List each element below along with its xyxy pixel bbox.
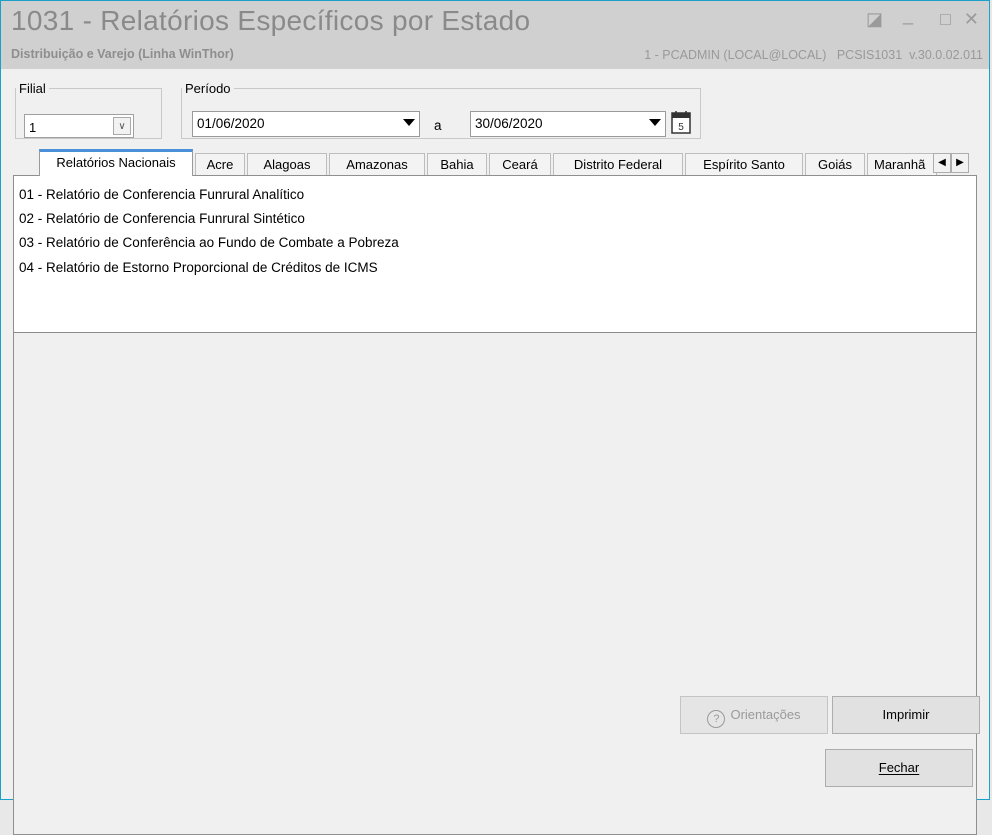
fechar-button[interactable]: Fechar [825,749,973,787]
window-title: 1031 - Relatórios Específicos por Estado [11,5,531,36]
filial-group: Filial 1 ∨ [15,81,162,139]
tab-scroll-left-icon[interactable]: ◀ [933,153,951,173]
tab-panel: 01 - Relatório de Conferencia Funrural A… [13,175,980,835]
window-subtitle: Distribuição e Varejo (Linha WinThor) [11,47,234,61]
list-item[interactable]: 01 - Relatório de Conferencia Funrural A… [19,187,304,202]
tab-maranhao[interactable]: Maranhã [867,153,937,175]
session-info: 1 - PCADMIN (LOCAL@LOCAL) PCSIS1031 v.30… [644,48,983,62]
tab-espirito-santo[interactable]: Espírito Santo [685,153,803,175]
list-item[interactable]: 03 - Relatório de Conferência ao Fundo d… [19,235,399,250]
svg-text:5: 5 [678,122,684,133]
tab-bahia[interactable]: Bahia [427,153,487,175]
state-tabs: Relatórios Nacionais Acre Alagoas Amazon… [29,149,975,176]
dropdown-arrow-icon[interactable] [403,119,415,126]
orientacoes-label: Orientações [730,707,801,722]
content-area: Filial 1 ∨ Período 01/06/2020 a 30/06/20… [7,69,983,835]
list-item[interactable]: 04 - Relatório de Estorno Proporcional d… [19,260,378,275]
dropdown-arrow-icon[interactable] [649,119,661,126]
fechar-label: Fechar [878,760,920,775]
date-from-input[interactable]: 01/06/2020 [192,111,420,137]
tab-distrito-federal[interactable]: Distrito Federal [553,153,683,175]
orientacoes-button[interactable]: ? Orientações [680,696,828,734]
minimize-button[interactable]: _ [903,5,913,26]
date-to-input[interactable]: 30/06/2020 [470,111,666,137]
tab-alagoas[interactable]: Alagoas [247,153,327,175]
periodo-label: Período [185,81,231,96]
list-item[interactable]: 02 - Relatório de Conferencia Funrural S… [19,211,305,226]
calendar-icon[interactable]: 5 [670,111,692,135]
tab-scroll-right-icon[interactable]: ▶ [951,153,969,173]
tab-ceara[interactable]: Ceará [489,153,551,175]
date-separator: a [434,118,442,133]
date-to-value: 30/06/2020 [475,116,543,131]
tab-amazonas[interactable]: Amazonas [329,153,425,175]
maximize-button[interactable]: □ [940,9,951,30]
close-button[interactable]: ✕ [964,9,979,30]
periodo-group: Período 01/06/2020 a 30/06/2020 5 [181,81,701,139]
help-icon: ? [707,710,726,728]
chevron-down-icon[interactable]: ∨ [113,117,131,135]
tab-goias[interactable]: Goiás [805,153,865,175]
date-from-value: 01/06/2020 [197,116,265,131]
restore-icon[interactable]: ◪ [866,9,883,30]
imprimir-button[interactable]: Imprimir [832,696,980,734]
tab-acre[interactable]: Acre [195,153,245,175]
filial-label: Filial [19,81,46,96]
filial-value: 1 [29,120,37,135]
report-list[interactable]: 01 - Relatório de Conferencia Funrural A… [14,176,976,333]
tab-relatorios-nacionais[interactable]: Relatórios Nacionais [39,149,193,176]
filial-combo[interactable]: 1 ∨ [24,114,134,138]
title-bar: 1031 - Relatórios Específicos por Estado… [1,1,989,69]
main-window: 1031 - Relatórios Específicos por Estado… [0,0,990,835]
